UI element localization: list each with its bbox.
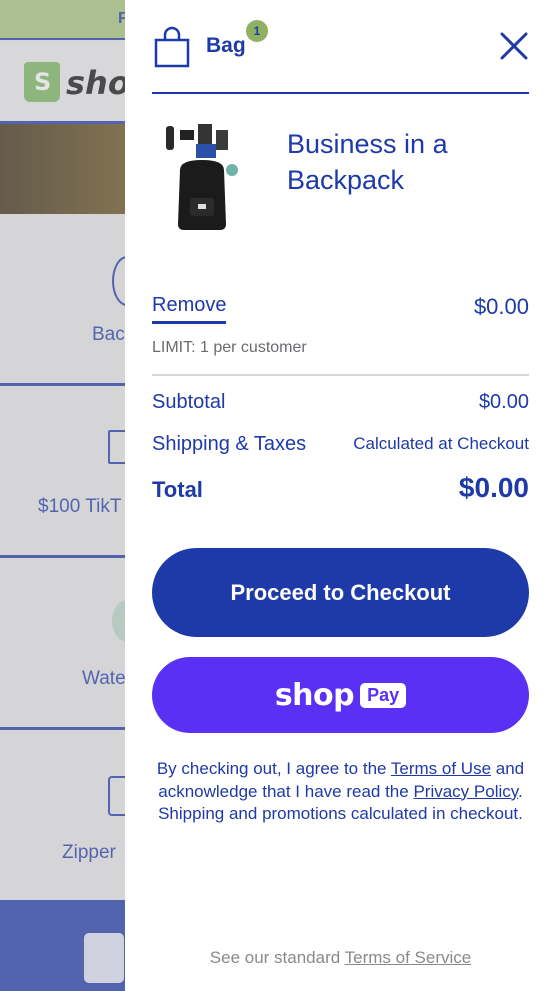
privacy-policy-link[interactable]: Privacy Policy: [413, 782, 518, 801]
terms-of-service-link[interactable]: Terms of Service: [345, 948, 472, 967]
total-label: Total: [152, 477, 203, 502]
drawer-header: Bag 1: [152, 20, 529, 94]
product-title[interactable]: Business in a Backpack: [287, 126, 507, 198]
shop-pay-button[interactable]: shop Pay: [152, 657, 529, 733]
subtotal-label: Subtotal: [152, 391, 226, 413]
item-price: $0.00: [473, 294, 529, 319]
shipping-value: Calculated at Checkout: [353, 434, 529, 453]
shipping-label: Shipping & Taxes: [152, 433, 307, 455]
divider: [152, 374, 529, 376]
legal-text-part: By checking out, I agree to the: [156, 759, 391, 778]
cart-drawer: Bag 1 Business in a Backpack Remove $0.0…: [125, 0, 557, 991]
bag-count-badge: 1: [246, 20, 268, 42]
shop-pay-shop-text: shop: [274, 677, 355, 713]
terms-footnote: See our standard Terms of Service: [152, 948, 529, 968]
remove-item-button[interactable]: Remove: [152, 294, 227, 324]
shopping-bag-icon: [154, 26, 190, 68]
shop-pay-pay-badge: Pay: [360, 682, 407, 708]
bag-title: Bag: [206, 34, 246, 57]
proceed-to-checkout-button[interactable]: Proceed to Checkout: [152, 548, 529, 637]
footnote-text: See our standard: [209, 948, 345, 967]
terms-of-use-link[interactable]: Terms of Use: [391, 759, 491, 778]
backpack-product-image: [166, 124, 238, 230]
checkout-legal-text: By checking out, I agree to the Terms of…: [152, 758, 529, 826]
close-icon[interactable]: [498, 30, 530, 62]
subtotal-value: $0.00: [478, 391, 529, 413]
shop-pay-logo: shop Pay: [152, 657, 529, 733]
total-value: $0.00: [458, 472, 529, 503]
purchase-limit-note: LIMIT: 1 per customer: [152, 339, 307, 356]
